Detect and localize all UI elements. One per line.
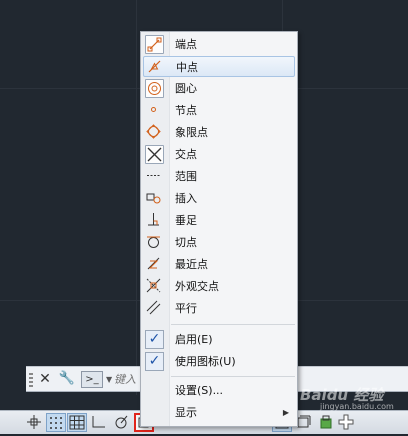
menu-item-display[interactable]: 显示 ▶ xyxy=(143,402,295,423)
grid-display-icon[interactable] xyxy=(67,413,87,432)
checkmark-icon: ✓ xyxy=(145,352,164,371)
drag-grip-icon[interactable] xyxy=(29,373,33,387)
menu-item-quadrant[interactable]: 象限点 xyxy=(143,122,295,143)
command-prompt-icon[interactable]: >_ xyxy=(81,371,103,388)
menu-item-label: 象限点 xyxy=(175,126,208,139)
menu-item-label: 显示 xyxy=(175,406,197,419)
menu-item-tangent[interactable]: 切点 xyxy=(143,232,295,253)
center-icon xyxy=(145,79,164,98)
intersection-icon xyxy=(145,145,164,164)
menu-item-node[interactable]: 节点 xyxy=(143,100,295,121)
menu-item-apparent-intersection[interactable]: 外观交点 xyxy=(143,276,295,297)
parallel-icon xyxy=(145,299,164,318)
menu-item-intersection[interactable]: 交点 xyxy=(143,144,295,165)
perpendicular-icon xyxy=(145,211,164,230)
menu-item-label: 垂足 xyxy=(175,214,197,227)
endpoint-icon xyxy=(145,35,164,54)
menu-item-midpoint[interactable]: 中点 xyxy=(143,56,295,77)
nearest-icon xyxy=(145,255,164,274)
infer-constraints-icon[interactable] xyxy=(24,413,44,432)
menu-separator xyxy=(171,324,295,325)
menu-item-label: 切点 xyxy=(175,236,197,249)
node-icon xyxy=(145,101,164,120)
close-icon[interactable]: ✕ xyxy=(36,369,54,389)
isolate-objects-icon[interactable] xyxy=(316,413,336,432)
menu-item-label: 最近点 xyxy=(175,258,208,271)
menu-item-use-icons[interactable]: ✓ 使用图标(U) xyxy=(143,351,295,372)
menu-item-endpoint[interactable]: 端点 xyxy=(143,34,295,55)
menu-item-enable[interactable]: ✓ 启用(E) xyxy=(143,329,295,350)
menu-item-label: 圆心 xyxy=(175,82,197,95)
insertion-icon xyxy=(145,189,164,208)
midpoint-icon xyxy=(146,58,165,77)
menu-item-settings[interactable]: 设置(S)... xyxy=(143,380,295,401)
chevron-down-icon[interactable]: ▼ xyxy=(106,370,112,390)
menu-item-perpendicular[interactable]: 垂足 xyxy=(143,210,295,231)
quadrant-icon xyxy=(145,123,164,142)
menu-item-label: 平行 xyxy=(175,302,197,315)
menu-item-center[interactable]: 圆心 xyxy=(143,78,295,99)
menu-item-insertion[interactable]: 插入 xyxy=(143,188,295,209)
menu-separator xyxy=(171,376,295,377)
menu-item-label: 端点 xyxy=(175,38,197,51)
menu-item-extension[interactable]: 范围 xyxy=(143,166,295,187)
object-snap-menu: 端点 中点 圆心 节点 象限点 交点 范围 插入 垂足 切点 最近点 外观交点 … xyxy=(140,31,298,427)
tangent-icon xyxy=(145,233,164,252)
polar-tracking-icon[interactable] xyxy=(111,413,131,432)
ortho-mode-icon[interactable] xyxy=(89,413,109,432)
menu-item-label: 外观交点 xyxy=(175,280,219,293)
menu-item-parallel[interactable]: 平行 xyxy=(143,298,295,319)
menu-item-label: 范围 xyxy=(175,170,197,183)
wrench-icon[interactable]: 🔧 xyxy=(58,369,76,389)
apparent-intersection-icon xyxy=(145,277,164,296)
extension-icon xyxy=(145,167,164,186)
submenu-arrow-icon: ▶ xyxy=(282,408,289,417)
snap-mode-icon[interactable] xyxy=(46,413,66,432)
watermark-url: jingyan.baidu.com xyxy=(320,402,394,411)
menu-item-label: 使用图标(U) xyxy=(175,355,236,368)
menu-item-label: 交点 xyxy=(175,148,197,161)
menu-item-label: 节点 xyxy=(175,104,197,117)
menu-item-label: 中点 xyxy=(176,61,198,74)
add-icon[interactable] xyxy=(336,413,356,432)
menu-item-label: 启用(E) xyxy=(175,333,213,346)
checkmark-icon: ✓ xyxy=(145,330,164,349)
menu-item-label: 设置(S)... xyxy=(175,384,224,397)
menu-item-nearest[interactable]: 最近点 xyxy=(143,254,295,275)
menu-item-label: 插入 xyxy=(175,192,197,205)
